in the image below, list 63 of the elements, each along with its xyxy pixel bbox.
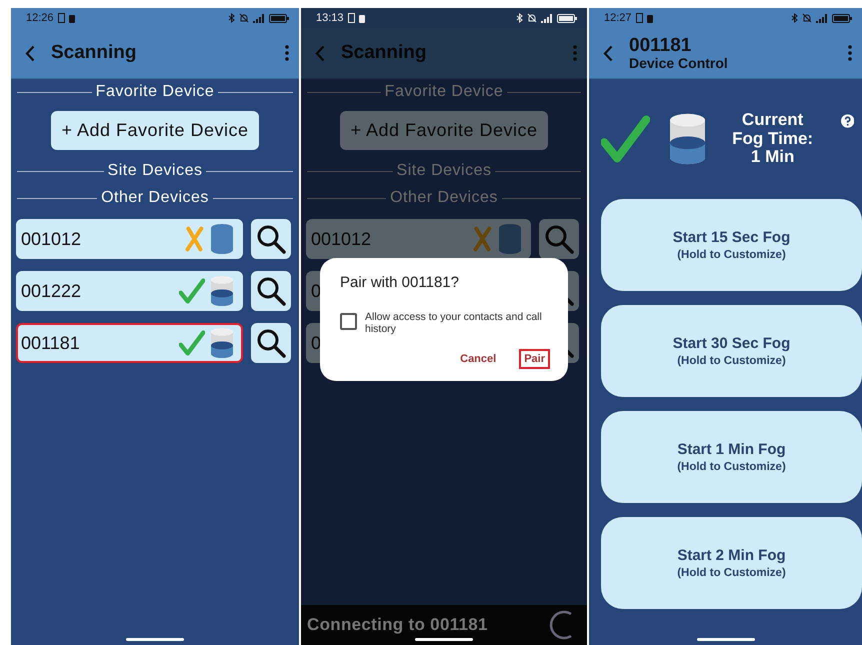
- device-id: 001181: [21, 332, 80, 354]
- screen-subtitle: Device Control: [629, 56, 728, 70]
- tank-icon: [499, 224, 521, 254]
- section-heading: Other Devices: [101, 189, 209, 207]
- fog-button[interactable]: Start 1 Min Fog (Hold to Customize): [601, 411, 862, 503]
- section-heading: Site Devices: [396, 162, 492, 180]
- screen-title: 001181: [629, 36, 692, 56]
- status-time: 12:27: [604, 12, 632, 24]
- help-icon[interactable]: [840, 113, 854, 129]
- status-time: 12:26: [26, 12, 54, 24]
- status-time: 13:13: [316, 12, 344, 24]
- tank-icon: [211, 328, 233, 358]
- tank-icon: [211, 224, 233, 254]
- bell-off-icon: [239, 13, 249, 23]
- battery-icon: [269, 14, 289, 22]
- screen-title: Scanning: [51, 42, 137, 64]
- signal-icon: [253, 14, 265, 22]
- signal-icon: [816, 14, 828, 22]
- dialog-title: Pair with 001181?: [340, 274, 460, 291]
- tank-icon: [211, 276, 233, 306]
- signal-icon: [541, 14, 553, 22]
- device-id: 0: [311, 280, 322, 302]
- device-id: 001012: [311, 228, 372, 250]
- search-button[interactable]: [251, 271, 291, 311]
- section-heading: Site Devices: [108, 162, 202, 180]
- fog-button[interactable]: Start 15 Sec Fog (Hold to Customize): [601, 199, 862, 291]
- snackbar-text: Connecting to 001181: [307, 615, 489, 635]
- bluetooth-icon: [516, 13, 523, 23]
- menu-icon[interactable]: [848, 45, 852, 61]
- device-id: 001012: [21, 228, 82, 250]
- search-icon: [256, 328, 286, 358]
- search-button[interactable]: [251, 323, 291, 363]
- section-heading: Favorite Device: [96, 83, 214, 101]
- checkbox-label: Allow access to your contacts and call history: [365, 311, 543, 335]
- search-icon: [256, 224, 286, 254]
- fog-time-label: Current Fog Time:: [731, 110, 814, 148]
- search-icon: [544, 224, 574, 254]
- search-button[interactable]: [251, 219, 291, 259]
- section-heading: Favorite Device: [384, 83, 504, 101]
- screen-title: Scanning: [341, 42, 427, 64]
- back-icon[interactable]: [603, 44, 613, 62]
- bell-off-icon: [802, 13, 812, 23]
- search-icon: [256, 276, 286, 306]
- checkbox[interactable]: [340, 313, 357, 330]
- device-id: 001222: [21, 280, 82, 302]
- bluetooth-icon: [228, 13, 235, 23]
- device-item[interactable]: 001181: [16, 323, 243, 363]
- fog-button[interactable]: Start 2 Min Fog (Hold to Customize): [601, 517, 862, 609]
- battery-icon: [832, 14, 852, 22]
- fog-time-value: 1 Min: [750, 148, 794, 168]
- back-icon[interactable]: [25, 44, 35, 62]
- section-heading: Other Devices: [390, 189, 498, 207]
- device-id: 0: [311, 332, 322, 354]
- bluetooth-icon: [791, 13, 798, 23]
- menu-icon[interactable]: [285, 45, 289, 61]
- add-favorite-button[interactable]: + Add Favorite Device: [51, 111, 259, 150]
- device-item[interactable]: 001222: [16, 271, 243, 311]
- fog-button[interactable]: Start 30 Sec Fog (Hold to Customize): [601, 305, 862, 397]
- dialog-button[interactable]: Cancel: [455, 349, 502, 369]
- device-item[interactable]: 001012: [16, 219, 243, 259]
- dialog-button[interactable]: Pair: [519, 349, 550, 369]
- battery-icon: [557, 14, 577, 22]
- bell-off-icon: [527, 13, 537, 23]
